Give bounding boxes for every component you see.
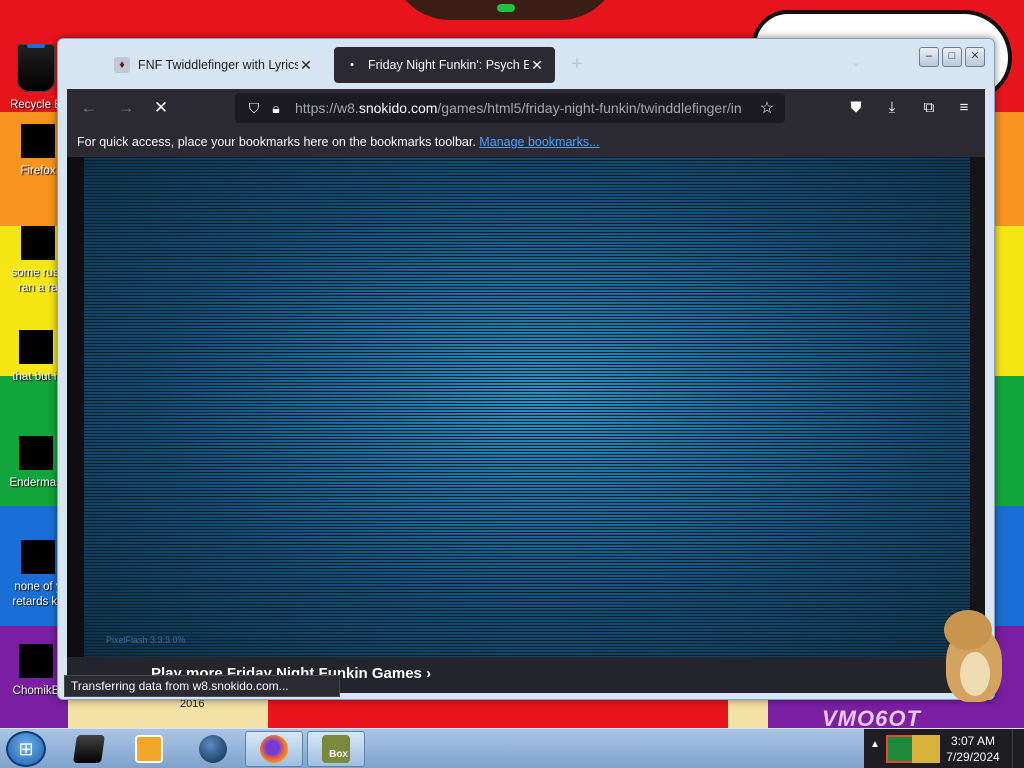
app-icon <box>21 540 55 574</box>
list-all-tabs-icon[interactable]: ⌄ <box>846 55 866 75</box>
taskbar-app-media-player[interactable] <box>120 731 178 767</box>
minimize-button[interactable]: – <box>919 47 939 67</box>
firefox-shortcut-icon <box>21 124 55 158</box>
clock-time: 3:07 AM <box>950 734 996 748</box>
page-content: PixelFlash 3.3.3 0% Play more Friday Nig… <box>67 157 985 693</box>
tab-title: FNF Twiddlefinger with Lyrics – <box>138 58 298 72</box>
downloads-icon[interactable]: ⤓ <box>881 97 903 119</box>
game-canvas[interactable]: PixelFlash 3.3.3 0% <box>84 157 970 657</box>
tab-favicon-icon: ♦ <box>114 57 130 73</box>
terminal-icon <box>73 735 105 763</box>
forward-arrow-icon[interactable]: → <box>114 97 138 119</box>
bookmarks-hint-text: For quick access, place your bookmarks h… <box>77 135 476 149</box>
system-clock[interactable]: 3:07 AM 7/29/2024 <box>940 733 1006 765</box>
box-game-icon: Box <box>322 735 350 763</box>
file-icon <box>21 226 55 260</box>
pocket-icon[interactable]: ⛊ <box>845 97 867 119</box>
taskbar-app-terminal[interactable] <box>60 731 118 767</box>
tab-loading-icon: • <box>350 59 354 71</box>
back-arrow-icon[interactable]: ← <box>77 97 101 119</box>
close-window-button[interactable]: ✕ <box>965 47 985 67</box>
folder-icon <box>19 330 53 364</box>
wallpaper-bottom-art <box>68 698 768 728</box>
globe-icon <box>199 735 227 763</box>
hamburger-menu-icon[interactable]: ≡ <box>953 97 975 119</box>
tray-overflow-arrow-icon[interactable]: ▲ <box>870 739 880 750</box>
terminal-icon <box>19 436 53 470</box>
tray-network-icon[interactable] <box>886 735 914 763</box>
url-text[interactable]: https://w8.snokido.com/games/html5/frida… <box>295 100 757 116</box>
recycle-bin-icon <box>17 44 55 92</box>
tab-title: Friday Night Funkin': Psych Eng <box>368 58 529 72</box>
lock-icon[interactable]: 🔒︎ <box>265 100 287 117</box>
firefox-window: ♦ FNF Twiddlefinger with Lyrics – ✕ • Fr… <box>57 38 995 700</box>
bookmark-star-icon[interactable]: ☆ <box>757 98 777 118</box>
taskbar-app-box[interactable]: Box <box>307 731 365 767</box>
manage-bookmarks-link[interactable]: Manage bookmarks... <box>479 135 599 149</box>
navigation-toolbar: ← → ✕ ⛉ 🔒︎ https://w8.snokido.com/games/… <box>67 89 985 127</box>
url-bar[interactable]: ⛉ 🔒︎ https://w8.snokido.com/games/html5/… <box>235 93 785 123</box>
taskbar-app-globe[interactable] <box>184 731 242 767</box>
character-eye-icon <box>497 4 515 12</box>
firefox-icon <box>260 735 288 763</box>
chevron-right-icon: › <box>426 665 432 682</box>
taskbar: ⊞ Box ▲ 3:07 AM 7/29/2024 <box>0 728 1024 768</box>
hamster-desktop-pet[interactable] <box>940 608 1004 704</box>
tab-close-icon[interactable]: ✕ <box>298 57 314 74</box>
show-desktop-button[interactable] <box>1012 729 1024 768</box>
new-tab-button[interactable]: + <box>566 53 588 77</box>
tray-app-icon[interactable] <box>912 735 940 763</box>
hamster-app-icon <box>19 644 53 678</box>
start-button[interactable]: ⊞ <box>6 731 46 767</box>
tracking-protection-shield-icon[interactable]: ⛉ <box>243 100 265 117</box>
tab-strip: ♦ FNF Twiddlefinger with Lyrics – ✕ • Fr… <box>58 39 994 89</box>
bookmarks-toolbar: For quick access, place your bookmarks h… <box>67 127 985 157</box>
extensions-puzzle-icon[interactable]: ⧉ <box>918 97 940 119</box>
media-player-icon <box>135 735 163 763</box>
taskbar-app-firefox[interactable] <box>245 731 303 767</box>
clock-date: 7/29/2024 <box>946 750 1000 764</box>
tab-fnf-twiddlefinger-lyrics[interactable]: ♦ FNF Twiddlefinger with Lyrics – ✕ <box>104 47 324 83</box>
status-panel: Transferring data from w8.snokido.com... <box>64 675 340 697</box>
tab-friday-night-funkin-psych[interactable]: • Friday Night Funkin': Psych Eng ✕ <box>334 47 555 83</box>
windows-logo-icon: ⊞ <box>18 738 34 759</box>
maximize-button[interactable]: □ <box>942 47 962 67</box>
tab-close-icon[interactable]: ✕ <box>529 57 545 74</box>
game-loading-label: PixelFlash 3.3.3 0% <box>106 635 186 645</box>
stop-loading-icon[interactable]: ✕ <box>149 97 173 119</box>
